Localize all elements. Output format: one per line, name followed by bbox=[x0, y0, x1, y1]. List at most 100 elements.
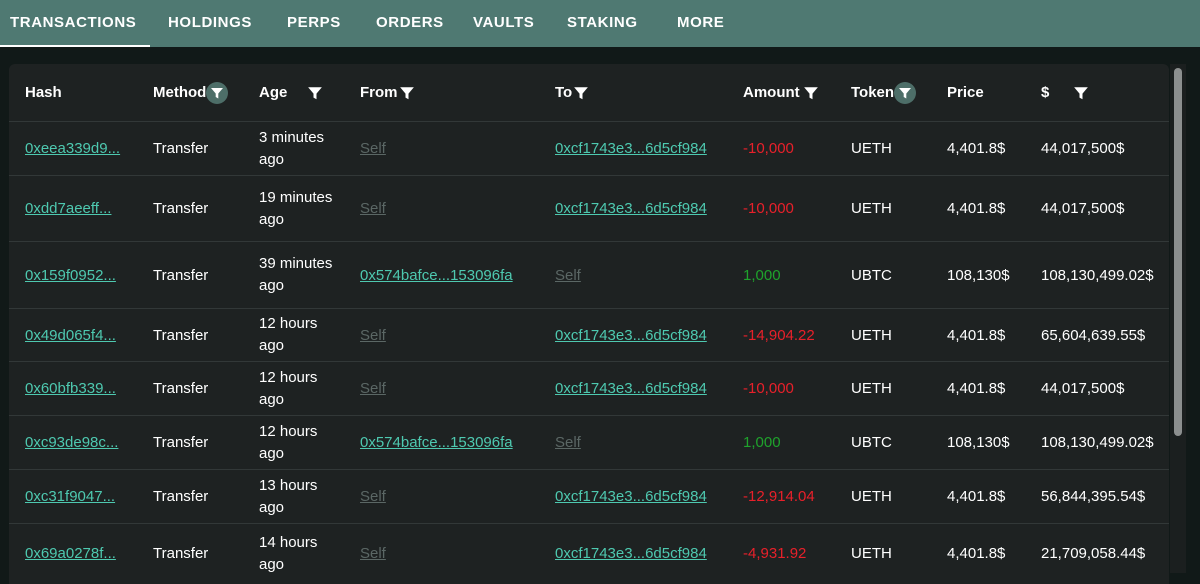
cell-method: Transfer bbox=[153, 266, 209, 284]
cell-from[interactable]: Self bbox=[360, 309, 386, 361]
cell-hash[interactable]: 0x159f0952... bbox=[25, 242, 116, 308]
cell-amount: -12,914.04 bbox=[743, 488, 815, 505]
cell-usd: 21,709,058.44$ bbox=[1041, 545, 1146, 562]
funnel-icon[interactable] bbox=[1073, 85, 1089, 101]
cell-age: 12 hours ago bbox=[259, 368, 318, 408]
header-label: Hash bbox=[25, 84, 62, 101]
tab-more[interactable]: MORE bbox=[677, 0, 724, 47]
cell-usd: 56,844,395.54$ bbox=[1041, 488, 1146, 505]
tab-staking[interactable]: STAKING bbox=[567, 0, 638, 47]
cell-usd: 44,017,500$ bbox=[1041, 200, 1125, 217]
cell-method: Transfer bbox=[153, 380, 209, 397]
cell-method: Transfer bbox=[153, 434, 209, 451]
column-header-method: Method bbox=[153, 64, 229, 121]
table-row[interactable]: 0xdd7aeeff... Transfer 19 minutes ago Self 0… bbox=[9, 175, 1169, 241]
table-row[interactable]: 0x159f0952... Transfer 39 minutes ago 0x574… bbox=[9, 241, 1169, 308]
funnel-icon[interactable] bbox=[307, 85, 323, 101]
table-row[interactable]: 0xc31f9047... Transfer 13 hours ago Self 0xc… bbox=[9, 469, 1169, 523]
cell-price: 4,401.8$ bbox=[947, 380, 1006, 397]
column-header-token: Token bbox=[851, 64, 917, 121]
header-label: From bbox=[360, 84, 398, 101]
cell-amount: 1,000 bbox=[743, 434, 781, 451]
funnel-icon[interactable] bbox=[894, 81, 917, 104]
cell-hash[interactable]: 0x69a0278f... bbox=[25, 524, 116, 583]
cell-hash[interactable]: 0x49d065f4... bbox=[25, 309, 116, 361]
cell-price: 108,130$ bbox=[947, 266, 1010, 284]
cell-hash[interactable]: 0x60bfb339... bbox=[25, 362, 116, 415]
cell-to[interactable]: Self bbox=[555, 242, 581, 308]
tab-orders[interactable]: ORDERS bbox=[376, 0, 444, 47]
cell-method: Transfer bbox=[153, 140, 209, 157]
cell-amount: -10,000 bbox=[743, 380, 794, 397]
cell-hash[interactable]: 0xc31f9047... bbox=[25, 470, 115, 523]
column-header-hash: Hash bbox=[25, 64, 62, 121]
cell-amount: -10,000 bbox=[743, 200, 794, 217]
scrollbar-thumb[interactable] bbox=[1174, 68, 1182, 436]
transactions-table: Hash Method Age From To Amount Token Pri… bbox=[9, 64, 1169, 584]
cell-method: Transfer bbox=[153, 488, 209, 505]
cell-amount: 1,000 bbox=[743, 266, 781, 284]
cell-method: Transfer bbox=[153, 200, 209, 217]
header-label: Method bbox=[153, 84, 207, 101]
cell-price: 4,401.8$ bbox=[947, 200, 1006, 217]
column-header-price: Price bbox=[947, 64, 984, 121]
tab-bar: TRANSACTIONS HOLDINGS PERPS ORDERS VAULT… bbox=[0, 0, 1200, 47]
cell-age: 3 minutes ago bbox=[259, 128, 325, 168]
cell-from[interactable]: Self bbox=[360, 176, 386, 241]
header-label: To bbox=[555, 84, 573, 101]
column-header-age: Age bbox=[259, 64, 323, 121]
cell-usd: 108,130,499.02$ bbox=[1041, 434, 1154, 451]
cell-from[interactable]: 0x574bafce...153096fa bbox=[360, 416, 513, 469]
cell-token: UBTC bbox=[851, 434, 892, 451]
cell-to[interactable]: 0xcf1743e3...6d5cf984 bbox=[555, 122, 707, 175]
cell-token: UETH bbox=[851, 200, 892, 217]
table-row[interactable]: 0x49d065f4... Transfer 12 hours ago Self 0xc… bbox=[9, 308, 1169, 361]
cell-hash[interactable]: 0xc93de98c... bbox=[25, 416, 118, 469]
tab-perps[interactable]: PERPS bbox=[287, 0, 341, 47]
funnel-icon[interactable] bbox=[206, 81, 229, 104]
cell-from[interactable]: Self bbox=[360, 122, 386, 175]
cell-age: 39 minutes ago bbox=[259, 255, 333, 294]
funnel-icon[interactable] bbox=[803, 85, 819, 101]
tab-transactions[interactable]: TRANSACTIONS bbox=[0, 0, 150, 47]
cell-price: 4,401.8$ bbox=[947, 140, 1006, 157]
column-header-usd: $ bbox=[1041, 64, 1089, 121]
cell-token: UETH bbox=[851, 545, 892, 562]
cell-to[interactable]: 0xcf1743e3...6d5cf984 bbox=[555, 309, 707, 361]
cell-amount: -4,931.92 bbox=[743, 545, 807, 562]
column-header-from: From bbox=[360, 64, 415, 121]
cell-age: 12 hours ago bbox=[259, 315, 318, 354]
cell-hash[interactable]: 0xdd7aeeff... bbox=[25, 176, 111, 241]
table-row[interactable]: 0x60bfb339... Transfer 12 hours ago Self 0xc… bbox=[9, 361, 1169, 415]
table-row[interactable]: 0x69a0278f... Transfer 14 hours ago Self 0xc… bbox=[9, 523, 1169, 583]
cell-age: 14 hours ago bbox=[259, 533, 318, 573]
cell-usd: 44,017,500$ bbox=[1041, 380, 1125, 397]
tab-holdings[interactable]: HOLDINGS bbox=[168, 0, 252, 47]
cell-to[interactable]: 0xcf1743e3...6d5cf984 bbox=[555, 524, 707, 583]
cell-token: UETH bbox=[851, 488, 892, 505]
cell-hash[interactable]: 0xeea339d9... bbox=[25, 122, 120, 175]
cell-from[interactable]: Self bbox=[360, 362, 386, 415]
cell-amount: -14,904.22 bbox=[743, 326, 815, 344]
cell-to[interactable]: 0xcf1743e3...6d5cf984 bbox=[555, 176, 707, 241]
cell-price: 4,401.8$ bbox=[947, 326, 1006, 344]
cell-token: UETH bbox=[851, 326, 892, 344]
cell-to[interactable]: 0xcf1743e3...6d5cf984 bbox=[555, 362, 707, 415]
cell-method: Transfer bbox=[153, 326, 209, 344]
funnel-icon[interactable] bbox=[399, 85, 415, 101]
tab-vaults[interactable]: VAULTS bbox=[473, 0, 534, 47]
cell-to[interactable]: Self bbox=[555, 416, 581, 469]
table-row[interactable]: 0xeea339d9... Transfer 3 minutes ago Self 0x… bbox=[9, 121, 1169, 175]
cell-token: UBTC bbox=[851, 266, 892, 284]
funnel-icon[interactable] bbox=[573, 85, 589, 101]
column-header-amount: Amount bbox=[743, 64, 819, 121]
cell-from[interactable]: Self bbox=[360, 524, 386, 583]
cell-price: 4,401.8$ bbox=[947, 488, 1006, 505]
table-row[interactable]: 0xc93de98c... Transfer 12 hours ago 0x574ba… bbox=[9, 415, 1169, 469]
cell-to[interactable]: 0xcf1743e3...6d5cf984 bbox=[555, 470, 707, 523]
cell-age: 13 hours ago bbox=[259, 476, 318, 516]
cell-token: UETH bbox=[851, 140, 892, 157]
cell-from[interactable]: Self bbox=[360, 470, 386, 523]
cell-age: 19 minutes ago bbox=[259, 188, 333, 228]
cell-from[interactable]: 0x574bafce...153096fa bbox=[360, 242, 513, 308]
